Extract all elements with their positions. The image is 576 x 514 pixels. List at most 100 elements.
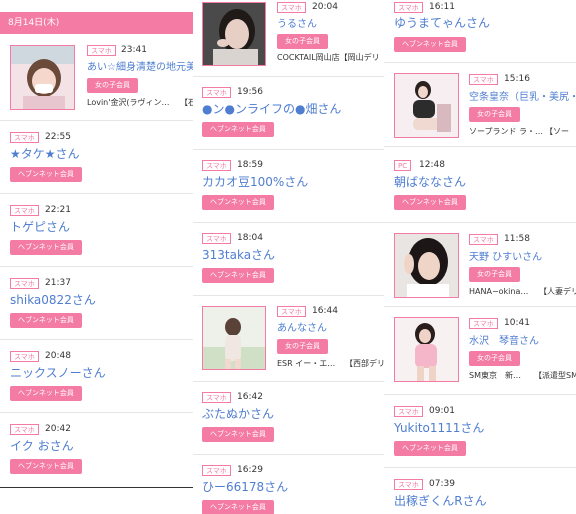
device-badge: スマホ [202,87,231,98]
member-badge[interactable]: 女の子会員 [277,339,328,354]
poster-name[interactable]: イク おさん [10,439,74,454]
device-badge: スマホ [469,318,498,329]
poster-name[interactable]: 空条皇奈（巨乳・美尻・ [469,90,576,105]
member-badge[interactable]: ヘブンネット会員 [202,500,274,514]
poster-name[interactable]: 出稼ぎくんRさん [394,494,487,509]
device-badge: スマホ [10,278,39,289]
avatar[interactable] [394,233,459,298]
list-item[interactable]: スマホ 16:44 あんなさん 女の子会員 ESR イー・エ… 【西部デリ [193,296,384,381]
list-item[interactable]: スマホ 22:55 ★タケ★さん ヘブンネット会員 [0,121,193,193]
device-badge: スマホ [10,205,39,216]
post-time: 20:42 [45,424,71,434]
member-badge[interactable]: ヘブンネット会員 [394,441,466,456]
list-item[interactable]: スマホ 16:29 ひー66178さん ヘブンネット会員 [193,455,384,514]
shop-area[interactable]: 【人妻デリ [539,287,576,297]
poster-name[interactable]: ●ン●ンライフの●畑さん [202,102,341,117]
list-item[interactable]: スマホ 23:41 あい☆細身清楚の地元美 女の子会員 Lovin'金沢(ラヴィ… [0,0,193,120]
shop-area[interactable]: 【派遣型SM [534,371,576,381]
list-item[interactable]: スマホ 15:16 空条皇奈（巨乳・美尻・ 女の子会員 ソープランド ラ・… 【… [384,63,576,146]
avatar[interactable] [202,2,266,66]
device-badge: スマホ [10,424,39,435]
post-time: 22:21 [45,205,71,215]
list-item[interactable]: スマホ 19:56 ●ン●ンライフの●畑さん ヘブンネット会員 [193,77,384,149]
avatar[interactable] [394,73,459,138]
member-badge[interactable]: 女の子会員 [87,78,138,93]
list-item[interactable]: スマホ 09:01 Yukito1111さん ヘブンネット会員 [384,395,576,467]
member-badge[interactable]: 女の子会員 [277,34,328,49]
shop-name[interactable]: Lovin'金沢(ラヴィン… [87,98,170,108]
post-time: 16:44 [312,306,338,316]
list-item[interactable]: スマホ 21:37 shika0822さん ヘブンネット会員 [0,267,193,339]
device-badge: スマホ [10,132,39,143]
poster-name[interactable]: あんなさん [277,321,327,336]
device-badge: スマホ [202,465,231,476]
member-badge[interactable]: ヘブンネット会員 [10,240,82,255]
shop-area[interactable]: 【ソー [545,127,569,137]
list-item[interactable]: スマホ 16:42 ぶたぬかさん ヘブンネット会員 [193,382,384,454]
shop-name[interactable]: HANA−okina… [469,287,528,297]
poster-name[interactable]: 天野 ひすいさん [469,250,542,265]
shop-name[interactable]: COCKTAIL岡山店【岡山デリ [277,53,380,63]
poster-name[interactable]: ひー66178さん [202,480,288,495]
poster-name[interactable]: うるさん [277,17,317,32]
shop-name[interactable]: ESR イー・エ… [277,359,335,369]
list-item[interactable]: スマホ 18:59 カカオ豆100%さん ヘブンネット会員 [193,150,384,222]
post-time: 12:48 [419,160,445,170]
list-item[interactable]: スマホ 18:04 313takaさん ヘブンネット会員 [193,223,384,295]
poster-name[interactable]: ゆうまてゃんさん [394,16,490,31]
member-badge[interactable]: 女の子会員 [469,267,520,282]
shop-name[interactable]: ソープランド ラ・… [469,127,543,137]
post-time: 16:42 [237,392,263,402]
poster-name[interactable]: トゲピさん [10,220,70,235]
poster-name[interactable]: あい☆細身清楚の地元美 [87,60,193,75]
divider [0,487,193,488]
member-badge[interactable]: ヘブンネット会員 [202,195,274,210]
poster-name[interactable]: 水沢 琴音さん [469,334,539,349]
post-time: 09:01 [429,406,455,416]
post-time: 22:55 [45,132,71,142]
post-time: 19:56 [237,87,263,97]
poster-name[interactable]: 313takaさん [202,248,275,263]
device-badge: スマホ [394,2,423,13]
avatar[interactable] [10,45,75,110]
poster-name[interactable]: ★タケ★さん [10,147,80,162]
member-badge[interactable]: 女の子会員 [469,107,520,122]
member-badge[interactable]: ヘブンネット会員 [10,386,82,401]
shop-name[interactable]: SM東京 新… [469,371,521,381]
member-badge[interactable]: 女の子会員 [469,351,520,366]
list-item[interactable]: スマホ 22:21 トゲピさん ヘブンネット会員 [0,194,193,266]
device-badge: スマホ [469,234,498,245]
list-item[interactable]: スマホ 16:11 ゆうまてゃんさん ヘブンネット会員 [384,0,576,60]
shop-area[interactable]: 【西部デリ [345,359,384,369]
list-item[interactable]: スマホ 10:41 水沢 琴音さん 女の子会員 SM東京 新… 【派遣型SM [384,307,576,392]
post-time: 20:48 [45,351,71,361]
member-badge[interactable]: ヘブンネット会員 [202,268,274,283]
member-badge[interactable]: ヘブンネット会員 [202,427,274,442]
post-time: 16:11 [429,2,455,12]
list-item[interactable]: スマホ 11:58 天野 ひすいさん 女の子会員 HANA−okina… 【人妻… [384,223,576,306]
poster-name[interactable]: カカオ豆100%さん [202,175,308,190]
member-badge[interactable]: ヘブンネット会員 [394,195,466,210]
member-badge[interactable]: ヘブンネット会員 [10,167,82,182]
list-item[interactable]: スマホ 07:39 出稼ぎくんRさん [384,468,576,514]
member-badge[interactable]: ヘブンネット会員 [10,459,82,474]
list-item[interactable]: PC 12:48 朝ばななさん ヘブンネット会員 [384,147,576,219]
shop-area[interactable]: 【石 [180,98,193,108]
post-time: 23:41 [121,45,147,55]
timeline-column-3: スマホ 16:11 ゆうまてゃんさん ヘブンネット会員 スマホ 15:16 空条… [384,0,576,514]
device-badge: スマホ [202,392,231,403]
avatar[interactable] [394,317,459,382]
member-badge[interactable]: ヘブンネット会員 [394,37,466,52]
list-item[interactable]: スマホ 20:42 イク おさん ヘブンネット会員 [0,413,193,485]
member-badge[interactable]: ヘブンネット会員 [10,313,82,328]
device-badge: PC [394,160,412,171]
poster-name[interactable]: shika0822さん [10,293,96,308]
poster-name[interactable]: ニックスノーさん [10,366,106,381]
poster-name[interactable]: Yukito1111さん [394,421,484,436]
member-badge[interactable]: ヘブンネット会員 [202,122,274,137]
poster-name[interactable]: ぶたぬかさん [202,407,274,422]
poster-name[interactable]: 朝ばななさん [394,175,466,190]
avatar[interactable] [202,306,266,370]
list-item[interactable]: スマホ 20:48 ニックスノーさん ヘブンネット会員 [0,340,193,412]
list-item[interactable]: スマホ 20:04 うるさん 女の子会員 COCKTAIL岡山店【岡山デリ [193,0,384,75]
